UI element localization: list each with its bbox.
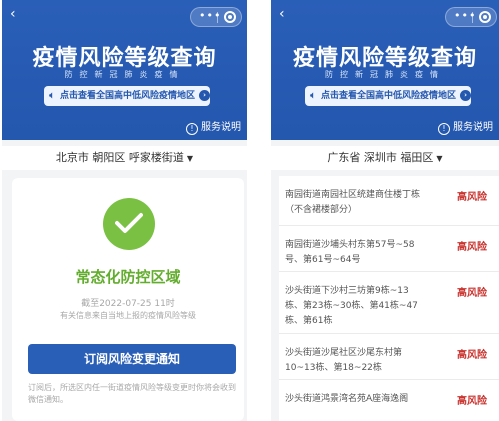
location-label: 广东省 深圳市 福田区	[327, 151, 434, 164]
risk-area-row[interactable]: 沙头街道下沙村三坊第9栋~13栋、第23栋~30栋、第41栋~47栋、第61栋 …	[279, 272, 499, 334]
chevron-right-icon: ›	[460, 90, 472, 101]
mini-program-capsule[interactable]: •••	[445, 7, 497, 27]
service-info-label: 服务说明	[453, 122, 493, 133]
mini-program-capsule[interactable]: •••	[190, 7, 242, 27]
location-selector[interactable]: 北京市 朝阳区 呼家楼街道 ▼	[2, 146, 247, 170]
risk-level-badge: 高风险	[457, 350, 487, 361]
header-banner: ‹ ••• 疫情风险等级查询 防控新冠肺炎疫情 🔈︎ 点击查看全国高中低风险疫情地…	[271, 0, 499, 140]
capsule-divider	[472, 12, 473, 23]
risk-level-badge: 高风险	[457, 396, 487, 407]
page-subtitle: 防控新冠肺炎疫情	[325, 70, 445, 79]
risk-area-address: 沙头街道下沙村三坊第9栋~13栋、第23栋~30栋、第41栋~47栋、第61栋	[285, 286, 418, 326]
risk-area-row[interactable]: 沙头街道鸿景湾名苑A座海逸阁 高风险	[279, 380, 499, 421]
page-title: 疫情风险等级查询	[32, 46, 217, 71]
risk-area-address: 沙头街道沙尾社区沙尾东村第10~13栋、第18~22栋	[285, 348, 403, 373]
risk-map-button-label: 点击查看全国高中低风险疫情地区	[60, 91, 196, 101]
back-arrow-icon[interactable]: ‹	[10, 6, 16, 22]
page-subtitle: 防控新冠肺炎疫情	[64, 70, 185, 79]
risk-status-card: 常态化防控区域 截至2022-07-25 11时 有关信息来自当地上报的疫情风险…	[12, 178, 244, 421]
risk-area-row[interactable]: 南园街道沙埔头村东第57号~58号、第61号~64号 高风险	[279, 226, 499, 272]
risk-level-badge: 高风险	[457, 288, 487, 299]
more-menu-icon[interactable]: •••	[199, 9, 221, 22]
caret-down-icon: ▼	[436, 154, 443, 163]
risk-map-button-label: 点击查看全国高中低风险疫情地区	[321, 91, 457, 101]
chevron-right-icon: ›	[199, 90, 211, 101]
speaker-icon: 🔈︎	[310, 91, 316, 101]
status-date: 截至2022-07-25 11时	[81, 299, 175, 309]
risk-level-badge: 高风险	[457, 242, 487, 253]
info-icon: !	[186, 123, 198, 135]
risk-area-row[interactable]: 沙头街道沙尾社区沙尾东村第10~13栋、第18~22栋 高风险	[279, 334, 499, 380]
page-title: 疫情风险等级查询	[292, 46, 477, 71]
service-info-link[interactable]: ! 服务说明	[186, 118, 241, 135]
close-circle-icon[interactable]	[224, 11, 236, 23]
risk-level-badge: 高风险	[457, 192, 487, 203]
back-arrow-icon[interactable]: ‹	[279, 6, 285, 22]
high-risk-area-list: 南园街道南园社区统建商住楼丁栋（不含裙楼部分） 高风险 南园街道沙埔头村东第57…	[279, 176, 499, 421]
more-menu-icon[interactable]: •••	[454, 9, 476, 22]
location-selector[interactable]: 广东省 深圳市 福田区 ▼	[271, 146, 499, 170]
service-info-label: 服务说明	[201, 122, 241, 133]
speaker-icon: 🔈︎	[49, 91, 55, 101]
header-banner: ‹ ••• 疫情风险等级查询 防控新冠肺炎疫情 🔈︎ 点击查看全国高中低风险疫情地…	[2, 0, 247, 140]
risk-area-address: 南园街道沙埔头村东第57号~58号、第61号~64号	[285, 240, 415, 265]
check-circle-icon	[103, 198, 155, 250]
risk-area-address: 沙头街道鸿景湾名苑A座海逸阁	[285, 394, 409, 404]
close-circle-icon[interactable]	[479, 11, 491, 23]
right-screen: ‹ ••• 疫情风险等级查询 防控新冠肺炎疫情 🔈︎ 点击查看全国高中低风险疫情地…	[271, 0, 499, 421]
risk-area-address: 南园街道南园社区统建商住楼丁栋（不含裙楼部分）	[285, 190, 421, 215]
status-title: 常态化防控区域	[75, 268, 181, 286]
risk-area-row[interactable]: 南园街道南园社区统建商住楼丁栋（不含裙楼部分） 高风险	[279, 176, 499, 226]
capsule-divider	[217, 12, 218, 23]
caret-down-icon: ▼	[186, 154, 194, 163]
info-icon: !	[438, 123, 450, 135]
left-screen: ‹ ••• 疫情风险等级查询 防控新冠肺炎疫情 🔈︎ 点击查看全国高中低风险疫情地…	[2, 0, 247, 421]
risk-map-button[interactable]: 🔈︎ 点击查看全国高中低风险疫情地区 ›	[44, 86, 211, 106]
risk-map-button[interactable]: 🔈︎ 点击查看全国高中低风险疫情地区 ›	[305, 86, 472, 106]
subscribe-note: 订阅后，所选区内任一街道疫情风险等级变更时你将会收到微信通知。	[28, 383, 236, 404]
service-info-link[interactable]: ! 服务说明	[438, 118, 493, 135]
subscribe-button[interactable]: 订阅风险变更通知	[28, 344, 236, 374]
location-label: 北京市 朝阳区 呼家楼街道	[55, 151, 184, 164]
status-note: 有关信息来自当地上报的疫情风险等级	[60, 311, 196, 320]
